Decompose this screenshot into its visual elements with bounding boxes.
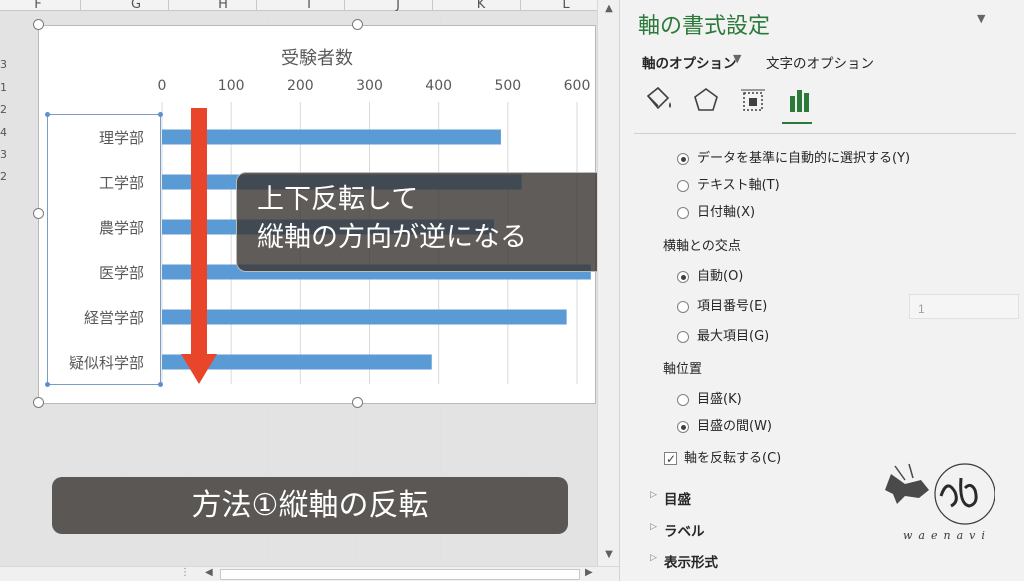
row-fragment: 3 bbox=[0, 58, 7, 71]
pane-divider bbox=[634, 133, 1016, 134]
horizontal-scroll-thumb[interactable] bbox=[220, 569, 580, 580]
x-tick-label: 600 bbox=[564, 78, 591, 94]
section-label: 表示形式 bbox=[664, 555, 718, 571]
section-label: ラベル bbox=[664, 524, 705, 540]
scroll-up-button[interactable]: ▲ bbox=[601, 2, 617, 16]
chevron-down-icon[interactable]: ▼ bbox=[733, 52, 741, 65]
x-tick-label: 400 bbox=[425, 78, 452, 94]
column-header-f[interactable]: F bbox=[28, 0, 48, 12]
overlay-caption-line-1: 上下反転して bbox=[257, 184, 419, 215]
reverse-order-checkbox[interactable]: ✓ bbox=[664, 452, 677, 466]
axis-selection-handle[interactable] bbox=[158, 112, 163, 117]
chart-resize-handle[interactable] bbox=[33, 397, 44, 408]
bottom-caption: 方法①縦軸の反転 bbox=[52, 477, 568, 534]
column-separator bbox=[168, 0, 169, 11]
section-label: 目盛 bbox=[664, 492, 691, 508]
down-arrow-icon bbox=[181, 108, 217, 384]
radio-label: データを基準に自動的に選択する(Y) bbox=[697, 151, 911, 166]
expand-triangle-icon[interactable]: ▷ bbox=[650, 522, 657, 532]
vertical-axis-selection[interactable] bbox=[45, 112, 163, 387]
column-header-bar: F G H I J K L bbox=[0, 0, 597, 12]
column-separator bbox=[80, 0, 81, 11]
axis-selection-handle[interactable] bbox=[158, 382, 163, 387]
radio-label: 目盛の間(W) bbox=[697, 419, 772, 434]
pentagon-icon[interactable] bbox=[688, 82, 724, 118]
split-handle-icon[interactable]: ⋮ bbox=[180, 567, 190, 578]
category-number-input[interactable] bbox=[909, 294, 1019, 319]
tab-axis-options[interactable]: 軸のオプション bbox=[642, 52, 737, 72]
column-separator bbox=[256, 0, 257, 11]
row-fragment: 2 bbox=[0, 103, 7, 116]
chart-resize-handle[interactable] bbox=[33, 208, 44, 219]
x-tick-label: 100 bbox=[218, 78, 245, 94]
radio-button[interactable] bbox=[677, 180, 689, 192]
vertical-scrollbar[interactable]: ▲ ▼ bbox=[597, 0, 619, 566]
column-header-i[interactable]: I bbox=[299, 0, 319, 12]
scroll-right-button[interactable]: ▶ bbox=[585, 567, 593, 578]
radio-label: 目盛(K) bbox=[697, 392, 742, 407]
logo-text: waenavi bbox=[903, 529, 991, 542]
checkmark-icon: ✓ bbox=[666, 452, 677, 466]
x-tick-label: 500 bbox=[494, 78, 521, 94]
column-header-l[interactable]: L bbox=[556, 0, 576, 12]
chart-resize-handle[interactable] bbox=[352, 397, 363, 408]
row-fragment: 3 bbox=[0, 148, 7, 161]
radio-button[interactable] bbox=[677, 394, 689, 406]
row-fragment: 4 bbox=[0, 126, 7, 139]
bar-chart-icon[interactable] bbox=[782, 82, 818, 118]
expand-triangle-icon[interactable]: ▷ bbox=[650, 490, 657, 500]
radio-button[interactable] bbox=[677, 421, 689, 433]
radio-label: 日付軸(X) bbox=[697, 205, 756, 220]
section-label-cross: 横軸との交点 bbox=[663, 239, 741, 254]
column-header-k[interactable]: K bbox=[471, 0, 491, 12]
size-properties-icon[interactable] bbox=[735, 82, 771, 118]
chart-resize-handle[interactable] bbox=[352, 19, 363, 30]
column-header-g[interactable]: G bbox=[126, 0, 146, 12]
expand-triangle-icon[interactable]: ▷ bbox=[650, 553, 657, 563]
radio-button[interactable] bbox=[677, 153, 689, 165]
pane-options-dropdown-icon[interactable]: ▼ bbox=[977, 12, 985, 25]
horizontal-scrollbar[interactable]: ⋮ ◀ ▶ bbox=[0, 566, 619, 581]
column-separator bbox=[520, 0, 521, 11]
row-fragment: 2 bbox=[0, 170, 7, 183]
x-tick-label: 300 bbox=[356, 78, 383, 94]
axis-selection-handle[interactable] bbox=[45, 112, 50, 117]
tab-text-options[interactable]: 文字のオプション bbox=[766, 52, 874, 72]
radio-label: テキスト軸(T) bbox=[697, 178, 780, 193]
radio-label: 自動(O) bbox=[697, 269, 744, 284]
x-tick-label: 0 bbox=[158, 78, 167, 94]
column-separator bbox=[344, 0, 345, 11]
radio-button[interactable] bbox=[677, 301, 689, 313]
radio-button[interactable] bbox=[677, 331, 689, 343]
row-fragment: 1 bbox=[0, 81, 7, 94]
scroll-down-button[interactable]: ▼ bbox=[601, 548, 617, 562]
overlay-caption-line-2: 縦軸の方向が逆になる bbox=[257, 222, 527, 253]
column-header-j[interactable]: J bbox=[388, 0, 408, 12]
reverse-order-label: 軸を反転する(C) bbox=[684, 451, 782, 466]
radio-button[interactable] bbox=[677, 271, 689, 283]
spreadsheet-area[interactable]: F G H I J K L 3 1 2 4 3 2 受験者数 0 100 200 30… bbox=[0, 0, 597, 566]
section-label-position: 軸位置 bbox=[663, 362, 703, 377]
radio-label: 項目番号(E) bbox=[697, 299, 768, 314]
bar[interactable] bbox=[162, 309, 567, 325]
x-tick-label: 200 bbox=[287, 78, 314, 94]
active-icon-indicator bbox=[782, 122, 812, 124]
radio-button[interactable] bbox=[677, 207, 689, 219]
chart-resize-handle[interactable] bbox=[33, 19, 44, 30]
radio-label: 最大項目(G) bbox=[697, 329, 770, 344]
column-header-h[interactable]: H bbox=[213, 0, 233, 12]
axis-selection-handle[interactable] bbox=[45, 382, 50, 387]
column-separator bbox=[432, 0, 433, 11]
paint-bucket-icon[interactable] bbox=[640, 82, 676, 118]
scroll-left-button[interactable]: ◀ bbox=[205, 567, 213, 578]
overlay-caption: 上下反転して 縦軸の方向が逆になる bbox=[236, 172, 597, 272]
pane-title: 軸の書式設定 bbox=[638, 14, 771, 39]
